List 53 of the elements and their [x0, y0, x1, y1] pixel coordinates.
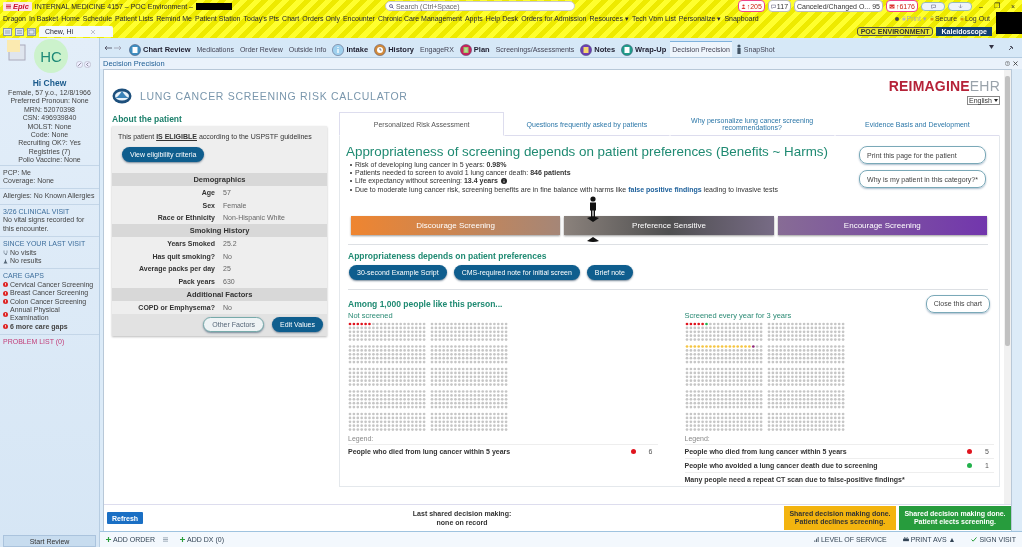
- pin-icon: [1008, 44, 1014, 51]
- calculator-title: LUNG CANCER SCREENING RISK CALCULATOR: [140, 90, 408, 102]
- plus-icon: [180, 537, 185, 542]
- lung-logo-icon: [112, 88, 132, 104]
- menu-icon: [6, 3, 11, 9]
- recommendation-heading: Appropriateness of screening depends on patient preferences (Benefits ~ Harms): [346, 144, 829, 159]
- note-icon: [6, 39, 26, 61]
- calendar-icon: [3, 27, 12, 36]
- alert-icon: [3, 311, 8, 317]
- alert-icon: [3, 290, 8, 296]
- chart-heading: Among 1,000 people like this person...: [348, 298, 503, 309]
- help-icon: [1005, 61, 1010, 66]
- search-icon: [388, 3, 394, 9]
- flask-icon: [3, 258, 8, 264]
- speech-bubble-icon: [930, 3, 936, 9]
- alert-icon: [3, 324, 8, 330]
- section-heading: Appropriateness depends on patient preferences: [348, 250, 548, 261]
- window-icon: [27, 27, 36, 36]
- dropdown-icon: [989, 44, 994, 49]
- close-icon: [91, 29, 95, 34]
- scale-segment: Encourage Screening: [777, 215, 987, 235]
- alert-icon: [3, 299, 8, 305]
- alert-icon: [3, 282, 8, 288]
- speech-bubble-icon: [770, 3, 776, 9]
- inbox-icon: [888, 3, 895, 9]
- lock-icon: [929, 16, 934, 22]
- patient-name[interactable]: Hi Chew: [0, 78, 99, 88]
- collapse-icon: [84, 61, 91, 68]
- redaction-bar: [996, 12, 1022, 34]
- edit-icon: [76, 61, 83, 68]
- download-button[interactable]: [948, 1, 972, 11]
- back-icon: [104, 44, 112, 51]
- signal-bars-icon: [813, 537, 819, 542]
- dropdown-icon: [994, 99, 998, 102]
- forward-icon: [114, 44, 122, 51]
- brand-logo: REIMAGINEEHR: [888, 78, 1000, 94]
- patient-avatar: HC: [34, 39, 68, 73]
- redaction-bar: [195, 2, 232, 10]
- list-icon: [15, 27, 24, 36]
- download-icon: [957, 3, 963, 9]
- check-icon: [971, 537, 978, 542]
- list-icon: [163, 537, 168, 542]
- section-heading: About the patient: [112, 114, 183, 126]
- chat-button[interactable]: [921, 1, 945, 11]
- plus-icon: [106, 537, 111, 542]
- lock-icon: [901, 16, 906, 22]
- status-dot-icon: [894, 16, 899, 21]
- scale-segment: Discourage Screening: [351, 215, 561, 235]
- printer-icon: [902, 537, 909, 542]
- scale-segment: Preference Sensitive: [564, 215, 774, 235]
- scrollbar[interactable]: [1004, 70, 1011, 504]
- lock-icon: [960, 16, 965, 22]
- close-icon: [1013, 61, 1018, 66]
